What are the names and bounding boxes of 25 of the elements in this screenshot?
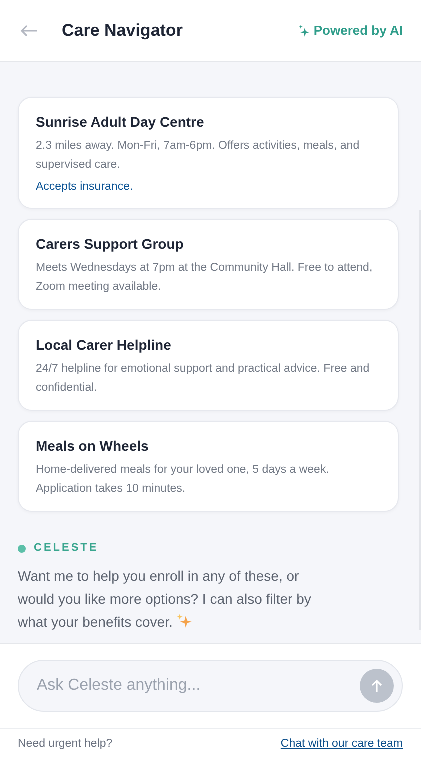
sparkles-icon xyxy=(176,614,192,629)
chat-link[interactable]: Chat with our care team xyxy=(280,736,403,754)
powered-by-label: Powered by AI xyxy=(314,22,403,40)
card-title: Meals on Wheels xyxy=(36,437,150,456)
help-prompt: Need urgent help? xyxy=(18,736,113,752)
card-description: 2.3 miles away. Mon-Fri, 7am-6pm. Offers activities, meals, and supervised care. xyxy=(36,139,361,173)
message-field[interactable]: Ask Celeste anything... xyxy=(18,660,403,712)
card-title: Carers Support Group xyxy=(36,235,185,254)
status-dot xyxy=(18,544,26,552)
card-description: 24/7 helpline for emotional support and practical advice. Free and confidential. xyxy=(36,362,371,396)
card-description: Home-delivered meals for your loved one, 5 days a week. Application takes 10 minutes. xyxy=(36,463,330,498)
resource-card[interactable]: Meals on Wheels Home-delivered meals for your loved one, 5 days a week. Application takes 10 minutes. xyxy=(18,421,399,512)
card-title: Local Carer Helpline xyxy=(36,336,172,356)
resource-card[interactable]: Sunrise Adult Day Centre 2.3 miles away. Mon-Fri, 7am-6pm. Offers activities, meals, and supervised care. Accepts insurance. xyxy=(18,97,399,210)
assistant-message: Want me to help you enroll in any of these, or would you like more options? I can also filter by what your benefits cover. xyxy=(18,566,312,632)
card-note: Accepts insurance. xyxy=(36,180,134,195)
arrow-up-icon xyxy=(371,679,383,693)
sparkle-icon xyxy=(298,24,310,36)
page-title: Care Navigator xyxy=(62,20,183,42)
resource-card[interactable]: Local Carer Helpline 24/7 helpline for emotional support and practical advice. Free and confidential. xyxy=(18,320,399,412)
assistant-name: CELESTE xyxy=(34,541,99,556)
resource-card[interactable]: Carers Support Group Meets Wednesdays at 7pm at the Community Hall. Free to attend, Zoom meeting available. xyxy=(18,219,399,310)
card-description: Meets Wednesdays at 7pm at the Community Hall. Free to attend, Zoom meeting available. xyxy=(36,261,374,296)
card-title: Sunrise Adult Day Centre xyxy=(36,113,206,132)
back-arrow-icon[interactable] xyxy=(20,24,38,36)
